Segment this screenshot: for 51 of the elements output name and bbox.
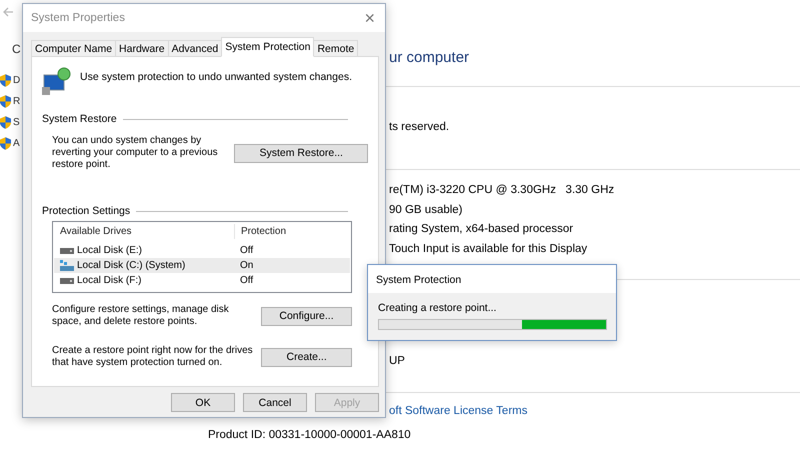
info-text: UP [389, 354, 406, 369]
configure-button[interactable]: Configure... [261, 306, 352, 326]
description-text: Create a restore point right now for the drives that have system protection turned on. [52, 345, 254, 369]
shield-icon [0, 95, 11, 108]
shield-icon [0, 74, 11, 87]
group-label: System Restore [42, 113, 117, 125]
info-text: ts reserved. [389, 120, 450, 135]
info-text: re(TM) i3-3220 CPU @ 3.30GHz 3.30 GHz [389, 183, 616, 198]
tab[interactable]: Computer Name [31, 40, 116, 57]
page-link[interactable]: C [12, 42, 21, 56]
create-button[interactable]: Create... [261, 348, 352, 366]
computer-icon [42, 67, 72, 95]
shield-icon [0, 116, 11, 129]
drive-row[interactable]: Local Disk (F:) Off [54, 273, 350, 288]
tab[interactable]: System Protection [221, 37, 314, 57]
progress-message: Creating a restore point... [377, 301, 498, 314]
column-header[interactable]: Available Drives [54, 224, 235, 239]
drive-name: Local Disk (E:) [77, 245, 142, 256]
group-label: Protection Settings [42, 205, 130, 217]
dialog-title: System Protection [368, 265, 616, 293]
info-text: 90 GB usable) [389, 202, 464, 218]
drive-name: Local Disk (F:) [77, 275, 142, 286]
drive-icon [60, 278, 74, 284]
shield-icon [0, 137, 11, 150]
license-link[interactable]: oft Software License Terms [389, 405, 800, 417]
dialog-button[interactable]: Cancel [243, 393, 307, 412]
task-link[interactable]: D [13, 75, 20, 86]
task-link[interactable]: A [13, 138, 20, 149]
system-drive-icon [60, 260, 74, 271]
drive-row[interactable]: Local Disk (E:) Off [54, 243, 350, 258]
back-arrow-icon[interactable] [2, 6, 14, 18]
task-link[interactable]: S [13, 117, 20, 128]
window-title: System Properties [31, 12, 125, 24]
description-text: You can undo system changes by reverting your computer to a previous restore point. [52, 135, 219, 171]
product-id-text: Product ID: 00331-10000-00001-AA810 [208, 429, 412, 441]
dialog-button[interactable]: OK [171, 393, 235, 412]
column-header[interactable]: Protection [235, 224, 286, 239]
protection-status: On [239, 260, 254, 271]
protection-status: Off [239, 275, 254, 286]
info-text: rating System, x64-based processor [389, 222, 574, 238]
protection-status: Off [239, 245, 254, 256]
drive-icon [60, 248, 74, 254]
drive-name: Local Disk (C:) (System) [77, 260, 186, 271]
tab[interactable]: Remote [313, 40, 358, 57]
close-button[interactable]: × [362, 8, 377, 28]
description-text: Configure restore settings, manage disk space, and delete restore points. [52, 304, 230, 328]
drive-row[interactable]: Local Disk (C:) (System) On [54, 258, 350, 273]
task-link[interactable]: R [13, 96, 20, 107]
system-restore-button[interactable]: System Restore... [234, 144, 368, 162]
intro-text: Use system protection to undo unwanted system changes. [80, 71, 352, 83]
info-text: Touch Input is available for this Display [389, 242, 588, 258]
